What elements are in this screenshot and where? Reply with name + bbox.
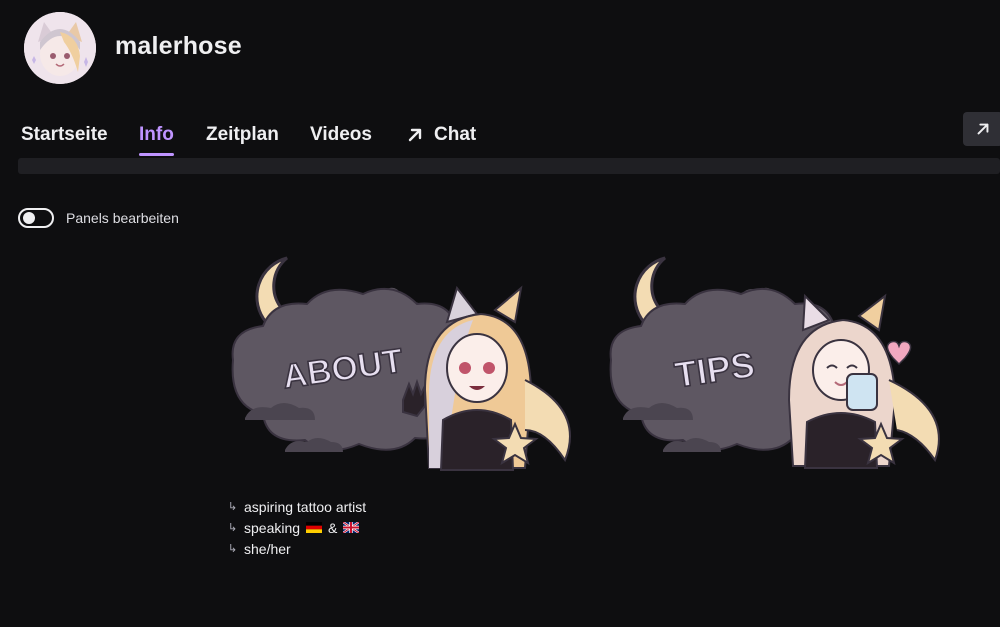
popout-button[interactable] [963, 112, 1000, 146]
about-line-text: speaking [244, 519, 301, 536]
list-item: ↳ aspiring tattoo artist [228, 496, 366, 517]
nav-divider [18, 158, 1000, 174]
about-line-text: aspiring tattoo artist [244, 498, 367, 515]
edit-panels-label: Panels bearbeiten [66, 210, 179, 226]
external-link-arrow-icon [408, 128, 422, 142]
about-line-text: she/her [244, 540, 291, 557]
toggle-knob [23, 212, 35, 224]
reply-arrow-icon: ↳ [228, 543, 238, 555]
panel-about[interactable]: ABOUT [225, 250, 585, 480]
tab-startseite[interactable]: Startseite [21, 118, 108, 152]
tab-info[interactable]: Info [139, 118, 174, 156]
tab-zeitplan[interactable]: Zeitplan [206, 118, 279, 152]
avatar-illustration [24, 12, 96, 84]
german-flag-icon [306, 522, 323, 533]
reply-arrow-icon: ↳ [228, 522, 238, 534]
tips-character-illustration [787, 293, 940, 469]
tab-videos[interactable]: Videos [310, 118, 372, 152]
about-description: ↳ aspiring tattoo artist ↳ speaking & ↳ … [228, 496, 366, 559]
channel-name[interactable]: malerhose [115, 32, 242, 61]
about-panel-banner: ABOUT [231, 256, 571, 471]
edit-panels-row: Panels bearbeiten [18, 208, 179, 228]
reply-arrow-icon: ↳ [228, 501, 238, 513]
channel-avatar[interactable] [24, 12, 96, 84]
tab-chat[interactable]: Chat [406, 118, 476, 152]
list-item: ↳ speaking & [228, 517, 366, 538]
list-item: ↳ she/her [228, 538, 366, 559]
tips-panel-banner: TIPS [609, 256, 940, 469]
about-line-joiner: & [328, 519, 338, 536]
edit-panels-toggle[interactable] [18, 208, 54, 228]
external-link-arrow-icon [977, 123, 989, 135]
panel-tips[interactable]: TIPS [603, 250, 963, 480]
channel-nav-tabs: Startseite Info Zeitplan Videos Chat [0, 118, 1000, 158]
uk-flag-icon [343, 522, 360, 533]
tab-chat-label: Chat [434, 124, 477, 145]
